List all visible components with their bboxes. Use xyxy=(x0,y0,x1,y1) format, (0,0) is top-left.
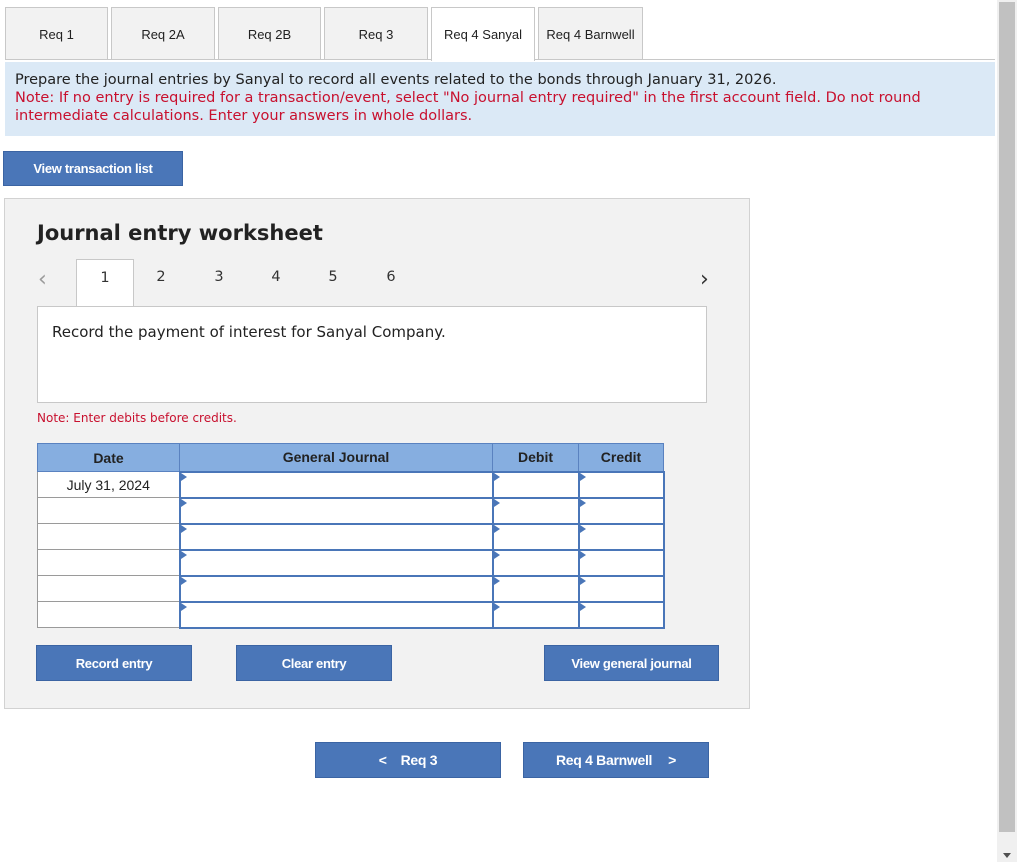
prev-entry-icon[interactable]: ‹ xyxy=(38,267,47,292)
debit-input[interactable] xyxy=(493,550,578,575)
tab-req-2b[interactable]: Req 2B xyxy=(218,7,321,60)
tab-req-3[interactable]: Req 3 xyxy=(324,7,428,60)
account-cell xyxy=(178,522,494,551)
account-cell xyxy=(178,600,494,629)
credit-input[interactable] xyxy=(579,576,663,601)
instructions-text: Prepare the journal entries by Sanyal to… xyxy=(15,72,777,88)
tab-req-2a[interactable]: Req 2A xyxy=(111,7,215,60)
tab-req-4-barnwell[interactable]: Req 4 Barnwell xyxy=(538,7,643,60)
chevron-left-icon: < xyxy=(378,752,387,768)
page-4[interactable]: 4 xyxy=(266,269,286,285)
debit-cell xyxy=(491,548,580,577)
page-scrollbar[interactable] xyxy=(997,0,1017,862)
debit-cell xyxy=(491,496,580,525)
view-general-journal-button[interactable]: View general journal xyxy=(544,645,719,681)
tab-req-1[interactable]: Req 1 xyxy=(5,7,108,60)
view-transaction-list-button[interactable]: View transaction list xyxy=(3,151,183,186)
account-input[interactable] xyxy=(180,576,492,601)
account-cell xyxy=(178,548,494,577)
account-input[interactable] xyxy=(180,472,492,497)
journal-entry-worksheet: Journal entry worksheet ‹ 1 2 3 4 5 6 › … xyxy=(4,198,750,709)
account-input[interactable] xyxy=(180,524,492,549)
credit-cell xyxy=(577,496,665,525)
page-6[interactable]: 6 xyxy=(381,269,401,285)
instructions-banner: Prepare the journal entries by Sanyal to… xyxy=(5,62,995,136)
scroll-down-arrow-icon[interactable] xyxy=(1003,853,1011,858)
page-1[interactable]: 1 xyxy=(76,259,134,307)
credit-cell xyxy=(577,548,665,577)
tab-req-4-sanyal[interactable]: Req 4 Sanyal xyxy=(431,7,535,61)
account-cell xyxy=(178,496,494,525)
debit-input[interactable] xyxy=(493,524,578,549)
credit-cell xyxy=(577,600,665,629)
credit-input[interactable] xyxy=(579,550,663,575)
requirement-tabs: Req 1 Req 2A Req 2B Req 3 Req 4 Sanyal R… xyxy=(5,7,646,61)
debit-input[interactable] xyxy=(493,602,578,627)
debit-input[interactable] xyxy=(493,498,578,523)
worksheet-title: Journal entry worksheet xyxy=(37,221,323,245)
next-req-4-barnwell-button[interactable]: Req 4 Barnwell > xyxy=(523,742,709,778)
clear-entry-button[interactable]: Clear entry xyxy=(236,645,392,681)
credit-input[interactable] xyxy=(579,524,663,549)
date-cell xyxy=(37,601,180,628)
credit-cell xyxy=(577,470,665,499)
account-input[interactable] xyxy=(180,602,492,627)
date-cell xyxy=(37,497,180,524)
entry-pager: ‹ 1 2 3 4 5 6 › xyxy=(5,259,749,307)
prev-req-3-button[interactable]: < Req 3 xyxy=(315,742,501,778)
credit-cell xyxy=(577,574,665,603)
header-general-journal: General Journal xyxy=(179,443,493,472)
header-date: Date xyxy=(37,443,180,472)
journal-row xyxy=(37,522,665,551)
header-debit: Debit xyxy=(492,443,579,472)
date-cell xyxy=(37,575,180,602)
debits-note: Note: Enter debits before credits. xyxy=(37,411,237,425)
debit-cell xyxy=(491,470,580,499)
debit-cell xyxy=(491,574,580,603)
next-entry-icon[interactable]: › xyxy=(700,267,709,292)
date-cell xyxy=(37,549,180,576)
chevron-right-icon: > xyxy=(668,752,677,768)
journal-row: July 31, 2024 xyxy=(37,470,665,499)
debit-cell xyxy=(491,522,580,551)
entry-description-text: Record the payment of interest for Sanya… xyxy=(52,323,446,341)
credit-input[interactable] xyxy=(579,472,663,497)
debit-input[interactable] xyxy=(493,472,578,497)
record-entry-button[interactable]: Record entry xyxy=(36,645,192,681)
journal-table: Date General Journal Debit Credit July 3… xyxy=(37,443,665,629)
prev-req-label: Req 3 xyxy=(400,752,438,768)
credit-cell xyxy=(577,522,665,551)
header-credit: Credit xyxy=(578,443,664,472)
entry-description: Record the payment of interest for Sanya… xyxy=(37,306,707,403)
date-cell: July 31, 2024 xyxy=(37,471,180,498)
page-3[interactable]: 3 xyxy=(209,269,229,285)
account-input[interactable] xyxy=(180,550,492,575)
credit-input[interactable] xyxy=(579,498,663,523)
debit-input[interactable] xyxy=(493,576,578,601)
scrollbar-thumb[interactable] xyxy=(999,2,1015,832)
journal-row xyxy=(37,600,665,629)
instructions-note: Note: If no entry is required for a tran… xyxy=(15,90,921,124)
account-cell xyxy=(178,574,494,603)
account-cell xyxy=(178,470,494,499)
journal-row xyxy=(37,548,665,577)
date-cell xyxy=(37,523,180,550)
next-req-label: Req 4 Barnwell xyxy=(555,752,653,768)
journal-row xyxy=(37,574,665,603)
account-input[interactable] xyxy=(180,498,492,523)
page-5[interactable]: 5 xyxy=(323,269,343,285)
debit-cell xyxy=(491,600,580,629)
page-2[interactable]: 2 xyxy=(151,269,171,285)
credit-input[interactable] xyxy=(579,602,663,627)
journal-row xyxy=(37,496,665,525)
